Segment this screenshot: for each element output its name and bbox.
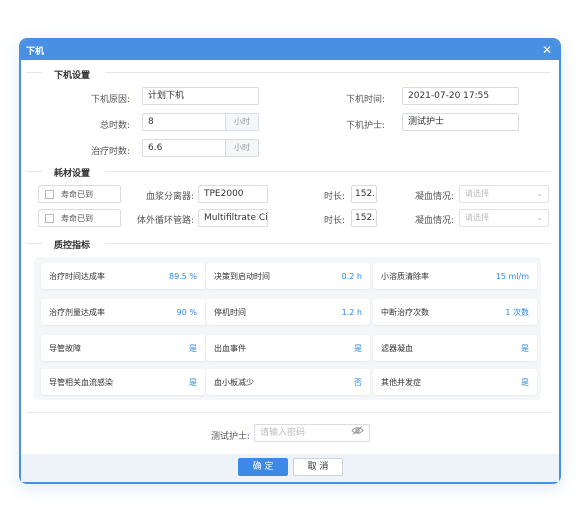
duration-input[interactable]: 152.	[351, 185, 377, 203]
quality-card: 决策到启动时间 0.2 h	[206, 263, 370, 289]
quality-card: 出血事件 是	[206, 335, 370, 361]
footer-bar	[21, 454, 559, 482]
section-divider	[27, 72, 43, 73]
confirm-button[interactable]: 确 定	[238, 458, 288, 476]
section-title-quality: 质控指标	[54, 241, 91, 251]
quality-label: 血小板减少	[214, 377, 254, 387]
treatment-hours-input[interactable]: 6.6	[142, 139, 226, 157]
treatment-hours-label: 治疗时数:	[90, 147, 130, 157]
section-title-offline: 下机设置	[54, 71, 91, 81]
quality-card: 停机时间 1.2 h	[206, 299, 370, 325]
quality-card: 滤器凝血 是	[373, 335, 537, 361]
section-title-consumables: 耗材设置	[54, 169, 91, 179]
quality-value: 1 次数	[505, 307, 529, 317]
quality-label: 导管相关血流感染	[49, 377, 113, 387]
reason-input[interactable]: 计划下机	[142, 87, 259, 105]
quality-label: 导管故障	[49, 343, 81, 353]
circuit-tubing-input[interactable]: Multifiltrate Ci-C	[198, 209, 268, 227]
total-hours-input[interactable]: 8	[142, 113, 226, 131]
quality-card: 导管相关血流感染 是	[41, 369, 205, 395]
quality-card: 血小板减少 否	[206, 369, 370, 395]
quality-label: 小溶质清除率	[381, 271, 429, 281]
quality-label: 治疗剂量达成率	[49, 307, 105, 317]
footer-divider	[27, 412, 551, 413]
section-divider	[105, 72, 551, 73]
chevron-down-icon: ⌄	[536, 213, 543, 222]
quality-label: 其他并发症	[381, 377, 421, 387]
quality-label: 治疗时间达成率	[49, 271, 105, 281]
cancel-button[interactable]: 取 消	[293, 458, 343, 476]
section-divider	[105, 243, 551, 244]
circuit-tubing-label: 体外循环管路:	[136, 216, 194, 226]
duration-input[interactable]: 152.	[351, 209, 377, 227]
quality-label: 停机时间	[214, 307, 246, 317]
life-reached-checkbox-2[interactable]: 寿命已到	[38, 209, 121, 227]
life-reached-checkbox-1[interactable]: 寿命已到	[38, 185, 121, 203]
offline-nurse-label: 下机护士:	[345, 121, 385, 131]
select-placeholder: 请选择	[465, 189, 489, 198]
quality-card: 治疗剂量达成率 90 %	[41, 299, 205, 325]
dialog-title: 下机	[26, 46, 45, 57]
quality-label: 决策到启动时间	[214, 271, 270, 281]
quality-value: 15 ml/m	[495, 271, 529, 281]
quality-value: 是	[521, 343, 529, 353]
checkbox-label: 寿命已到	[61, 213, 93, 223]
quality-value: 否	[354, 377, 362, 387]
quality-card: 小溶质清除率 15 ml/m	[373, 263, 537, 289]
quality-label: 中断治疗次数	[381, 307, 429, 317]
quality-value: 1.2 h	[341, 307, 362, 317]
password-placeholder: 请输入密码	[260, 428, 306, 438]
confirm-nurse-label: 测试护士:	[210, 432, 250, 442]
quality-label: 出血事件	[214, 343, 246, 353]
plasma-separator-input[interactable]: TPE2000	[198, 185, 268, 203]
clotting-select[interactable]: 请选择 ⌄	[459, 209, 549, 227]
checkbox-icon	[45, 189, 54, 199]
reason-label: 下机原因:	[90, 95, 130, 105]
quality-label: 滤器凝血	[381, 343, 413, 353]
section-divider	[105, 171, 551, 172]
dialog-titlebar: 下机 ✕	[21, 40, 559, 60]
duration-label: 时长:	[323, 216, 345, 226]
offline-nurse-input[interactable]: 测试护士	[402, 113, 519, 131]
quality-card: 导管故障 是	[41, 335, 205, 361]
quality-card: 中断治疗次数 1 次数	[373, 299, 537, 325]
quality-value: 0.2 h	[341, 271, 362, 281]
eye-off-icon[interactable]	[351, 425, 364, 441]
checkbox-icon	[45, 213, 54, 223]
clotting-label: 凝血情况:	[414, 216, 454, 226]
chevron-down-icon: ⌄	[536, 189, 543, 198]
clotting-label: 凝血情况:	[414, 192, 454, 202]
quality-value: 90 %	[176, 307, 197, 317]
clotting-select[interactable]: 请选择 ⌄	[459, 185, 549, 203]
total-hours-label: 总时数:	[99, 121, 130, 131]
select-placeholder: 请选择	[465, 213, 489, 222]
quality-card: 治疗时间达成率 89.5 %	[41, 263, 205, 289]
close-icon[interactable]: ✕	[542, 44, 552, 56]
quality-value: 是	[521, 377, 529, 387]
section-divider	[27, 243, 43, 244]
total-hours-unit: 小时	[226, 113, 259, 131]
quality-card: 其他并发症 是	[373, 369, 537, 395]
password-input[interactable]: 请输入密码	[254, 424, 370, 442]
offline-time-input[interactable]: 2021-07-20 17:55	[402, 87, 519, 105]
treatment-hours-unit: 小时	[226, 139, 259, 157]
checkbox-label: 寿命已到	[61, 189, 93, 199]
quality-value: 是	[189, 343, 197, 353]
offline-time-label: 下机时间:	[345, 95, 385, 105]
duration-label: 时长:	[323, 192, 345, 202]
quality-value: 是	[189, 377, 197, 387]
plasma-separator-label: 血浆分离器:	[145, 192, 194, 202]
quality-value: 是	[354, 343, 362, 353]
quality-value: 89.5 %	[169, 271, 197, 281]
section-divider	[27, 171, 43, 172]
